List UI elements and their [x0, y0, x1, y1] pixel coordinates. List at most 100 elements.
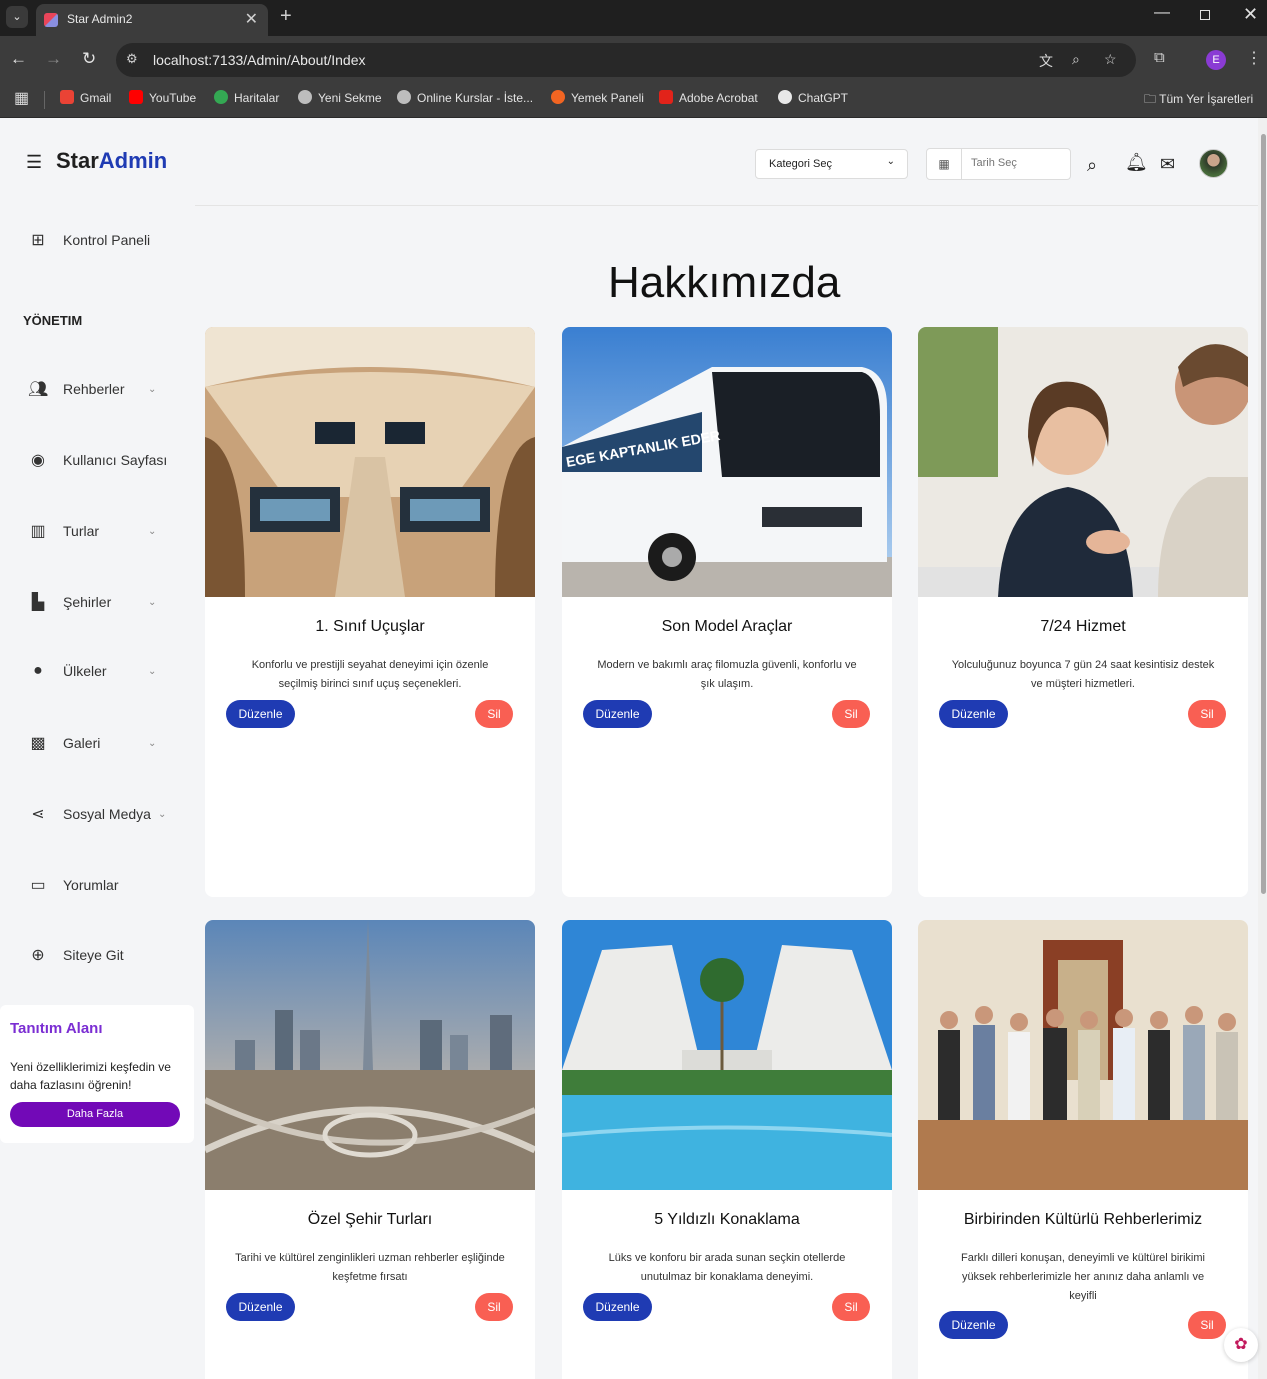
bookmark-maps[interactable]: Haritalar	[214, 90, 279, 105]
tab-favicon-icon	[44, 13, 58, 27]
tab-close-icon[interactable]: ✕	[245, 9, 258, 29]
brand-logo[interactable]: StarAdmin	[56, 148, 167, 174]
card-title: 5 Yıldızlı Konaklama	[654, 1211, 800, 1228]
dashboard-grid-icon: ⊞	[31, 232, 45, 249]
gmail-icon	[60, 90, 74, 104]
sidebar-item-ulkeler[interactable]: ● Ülkeler ⌄	[28, 662, 156, 680]
chevron-down-icon: ⌄	[148, 596, 157, 608]
sidebar-item-sosyal-medya[interactable]: ⋖ Sosyal Medya ⌄	[28, 804, 166, 824]
profile-avatar[interactable]: E	[1206, 50, 1226, 70]
bookmark-star-icon[interactable]: ☆	[1104, 51, 1117, 68]
chevron-down-icon: ⌄	[148, 737, 157, 749]
window-maximize-icon[interactable]	[1200, 10, 1210, 20]
globe-icon	[397, 90, 411, 104]
web-icon: ⊕	[31, 947, 45, 964]
delete-button[interactable]: Sil	[832, 1293, 870, 1321]
back-icon[interactable]: ←	[10, 49, 27, 69]
header-divider	[195, 205, 1258, 206]
new-tab-icon[interactable]: +	[280, 5, 292, 28]
browser-tab-strip: ⌄ Star Admin2 ✕ + — ✕	[0, 0, 1267, 36]
folder-icon: 🗀	[1144, 92, 1157, 106]
bookmark-new-tab[interactable]: Yeni Sekme	[298, 90, 382, 105]
bookmark-adobe[interactable]: Adobe Acrobat	[659, 90, 758, 105]
notification-bell-icon[interactable]: 🔔︎	[1125, 152, 1148, 173]
card-title: Son Model Araçlar	[661, 618, 793, 635]
forward-icon[interactable]: →	[45, 49, 62, 69]
apps-grid-icon[interactable]: ▦	[14, 88, 29, 108]
browser-menu-icon[interactable]: ⋮	[1246, 48, 1262, 68]
address-bar[interactable]: ⚙ localhost:7133/Admin/About/Index 文 ⌕ ☆	[116, 43, 1136, 77]
delete-button[interactable]: Sil	[832, 700, 870, 728]
comment-icon: ▭	[30, 877, 46, 894]
share-icon: ⋖	[31, 806, 45, 823]
extensions-icon[interactable]: ⧉	[1154, 49, 1165, 66]
tab-search-button[interactable]: ⌄	[6, 6, 28, 28]
tour-guides-group-image	[918, 920, 1248, 1190]
about-card: 5 Yıldızlı Konaklama Lüks ve konforu bir…	[562, 920, 892, 1379]
sidebar-item-yorumlar[interactable]: ▭ Yorumlar	[28, 875, 118, 895]
delete-button[interactable]: Sil	[1188, 1311, 1226, 1339]
food-icon	[551, 90, 565, 104]
youtube-icon	[129, 90, 143, 104]
maps-pin-icon	[214, 90, 228, 104]
page: ☰ StarAdmin Kategori Seç ⌄ ▦ ⌕ 🔔︎ ✉ ⊞ Ko…	[0, 118, 1267, 1379]
window-minimize-icon[interactable]: —	[1154, 4, 1170, 22]
sidebar-item-turlar[interactable]: ▥ Turlar ⌄	[28, 521, 156, 541]
bookmark-food-panel[interactable]: Yemek Paneli	[551, 90, 644, 105]
edit-button[interactable]: Düzenle	[583, 1293, 652, 1321]
edit-button[interactable]: Düzenle	[939, 700, 1008, 728]
scrollbar-thumb[interactable]	[1261, 134, 1266, 894]
edit-button[interactable]: Düzenle	[226, 1293, 295, 1321]
acrobat-icon	[659, 90, 673, 104]
search-icon[interactable]: ⌕	[1087, 155, 1097, 176]
delete-button[interactable]: Sil	[475, 1293, 513, 1321]
bookmark-online-courses[interactable]: Online Kurslar - İste...	[397, 90, 533, 105]
card-title: 7/24 Hizmet	[1040, 618, 1126, 635]
promo-more-button[interactable]: Daha Fazla	[10, 1102, 180, 1127]
page-title: Hakkımızda	[608, 258, 841, 307]
window-close-icon[interactable]: ✕	[1243, 4, 1258, 25]
browser-tab[interactable]: Star Admin2 ✕	[36, 4, 268, 36]
sidebar-item-dashboard[interactable]: ⊞ Kontrol Paneli	[28, 230, 150, 250]
sidebar-item-rehberler[interactable]: 👥︎ Rehberler ⌄	[28, 379, 156, 399]
assistant-brain-icon[interactable]: ✿	[1224, 1328, 1258, 1362]
card-text: Yolculuğunuz boyunca 7 gün 24 saat kesin…	[951, 659, 1215, 690]
card-title: 1. Sınıf Uçuşlar	[315, 618, 425, 635]
city-skyline-image	[205, 920, 535, 1190]
bookmarks-bar: ▦ Gmail YouTube Haritalar Yeni Sekme Onl…	[0, 82, 1267, 118]
edit-button[interactable]: Düzenle	[226, 700, 295, 728]
bookmark-gmail[interactable]: Gmail	[60, 90, 111, 105]
sidebar-item-sehirler[interactable]: ▙ Şehirler ⌄	[28, 592, 157, 612]
about-card: EGE KAPTANLIK EDER Son Model Araçlar Mod…	[562, 327, 892, 897]
zoom-icon[interactable]: ⌕	[1072, 51, 1080, 68]
user-avatar[interactable]	[1199, 149, 1228, 178]
edit-button[interactable]: Düzenle	[583, 700, 652, 728]
chevron-down-icon: ⌄	[158, 808, 167, 820]
delete-button[interactable]: Sil	[1188, 700, 1226, 728]
promo-card: Tanıtım Alanı Yeni özelliklerimizi keşfe…	[0, 1005, 194, 1143]
image-icon: ▩	[30, 735, 46, 752]
globe-icon	[298, 90, 312, 104]
calendar-icon[interactable]: ▦	[927, 149, 962, 179]
about-card: 7/24 Hizmet Yolculuğunuz boyunca 7 gün 2…	[918, 327, 1248, 897]
sidebar-item-siteye-git[interactable]: ⊕ Siteye Git	[28, 945, 123, 965]
menu-toggle-icon[interactable]: ☰	[26, 152, 42, 173]
bookmark-chatgpt[interactable]: ChatGPT	[778, 90, 848, 105]
sidebar-item-kullanici-sayfasi[interactable]: ◉ Kullanıcı Sayfası	[28, 450, 167, 470]
category-select[interactable]: Kategori Seç ⌄	[755, 149, 908, 179]
date-input[interactable]	[971, 157, 1061, 169]
all-bookmarks[interactable]: 🗀 Tüm Yer İşaretleri	[1144, 90, 1253, 111]
promo-title: Tanıtım Alanı	[10, 1020, 103, 1037]
user-circle-icon: ◉	[31, 452, 45, 469]
reload-icon[interactable]: ↻	[82, 49, 96, 69]
delete-button[interactable]: Sil	[475, 700, 513, 728]
edit-button[interactable]: Düzenle	[939, 1311, 1008, 1339]
bookmark-separator	[44, 91, 45, 109]
sidebar-item-galeri[interactable]: ▩ Galeri ⌄	[28, 733, 156, 753]
card-text: Modern ve bakımlı araç filomuzla güvenli…	[597, 659, 857, 690]
mail-icon[interactable]: ✉	[1160, 154, 1175, 175]
translate-icon[interactable]: 文	[1039, 51, 1053, 71]
bookmark-youtube[interactable]: YouTube	[129, 90, 196, 105]
site-settings-icon[interactable]: ⚙	[126, 51, 138, 67]
sidebar-heading: YÖNETIM	[23, 313, 83, 328]
